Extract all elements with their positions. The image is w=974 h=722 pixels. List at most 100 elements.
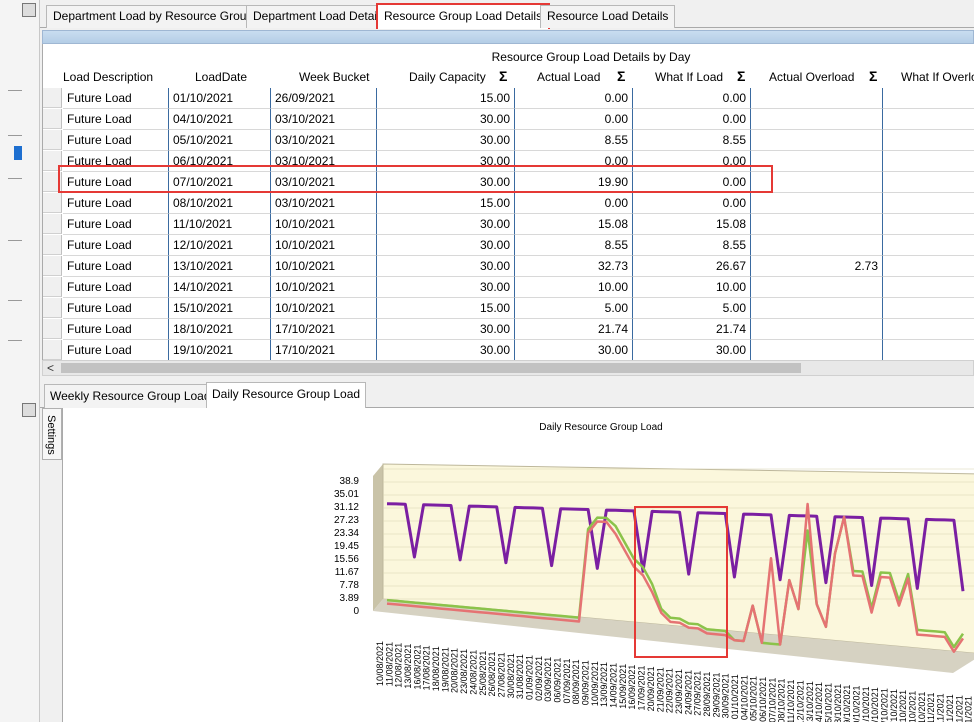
table-cell[interactable]: 03/10/2021 [271, 130, 377, 151]
table-cell[interactable]: 19/10/2021 [169, 340, 271, 360]
table-cell[interactable]: 14/10/2021 [169, 277, 271, 298]
table-cell[interactable]: 8.55 [633, 235, 751, 256]
table-cell[interactable]: 0.00 [515, 88, 633, 109]
row-selector[interactable] [43, 340, 62, 360]
table-cell[interactable]: Future Load [63, 193, 169, 214]
scroll-left-arrow-icon[interactable]: < [47, 361, 54, 375]
table-cell[interactable]: 32.73 [515, 256, 633, 277]
table-cell[interactable]: 12/10/2021 [169, 235, 271, 256]
table-cell[interactable]: 30.00 [633, 340, 751, 360]
table-cell-overflow[interactable] [883, 172, 974, 193]
table-cell[interactable]: 30.00 [377, 277, 515, 298]
tab-daily-resource-group-load[interactable]: Daily Resource Group Load [206, 382, 367, 409]
table-cell[interactable]: 10/10/2021 [271, 256, 377, 277]
table-cell[interactable] [751, 193, 883, 214]
table-cell[interactable]: 0.00 [515, 109, 633, 130]
table-cell[interactable]: Future Load [63, 235, 169, 256]
table-cell[interactable]: 18/10/2021 [169, 319, 271, 340]
table-cell[interactable]: 30.00 [377, 256, 515, 277]
table-cell[interactable] [751, 340, 883, 360]
table-cell[interactable]: 03/10/2021 [271, 109, 377, 130]
table-cell[interactable]: Future Load [63, 214, 169, 235]
table-cell[interactable]: 30.00 [377, 130, 515, 151]
table-cell-overflow[interactable] [883, 277, 974, 298]
row-selector[interactable] [43, 88, 62, 108]
table-cell[interactable]: 17/10/2021 [271, 319, 377, 340]
sum-icon[interactable]: Σ [869, 68, 877, 84]
table-cell[interactable]: Future Load [63, 298, 169, 319]
scroll-thumb[interactable] [61, 363, 801, 373]
table-cell[interactable]: Future Load [63, 88, 169, 109]
settings-panel-toggle[interactable]: Settings [42, 408, 62, 460]
table-cell-overflow[interactable] [883, 130, 974, 151]
table-cell[interactable]: 2.73 [751, 256, 883, 277]
column-header-actual-load[interactable]: Actual Load [537, 70, 600, 88]
row-selector[interactable] [43, 235, 62, 255]
row-selector[interactable] [43, 298, 62, 318]
table-cell[interactable]: 15/10/2021 [169, 298, 271, 319]
table-cell[interactable]: 26.67 [633, 256, 751, 277]
table-cell[interactable]: 03/10/2021 [271, 193, 377, 214]
column-header-load-date[interactable]: LoadDate [195, 70, 247, 88]
table-cell[interactable]: 08/10/2021 [169, 193, 271, 214]
table-cell[interactable]: 21.74 [633, 319, 751, 340]
row-selector[interactable] [43, 193, 62, 213]
table-cell-overflow[interactable] [883, 214, 974, 235]
table-cell-overflow[interactable] [883, 193, 974, 214]
table-cell[interactable]: 17/10/2021 [271, 340, 377, 360]
table-cell-overflow[interactable] [883, 88, 974, 109]
table-cell[interactable]: 0.00 [633, 109, 751, 130]
sum-icon[interactable]: Σ [737, 68, 745, 84]
table-cell[interactable]: Future Load [63, 277, 169, 298]
table-cell[interactable]: 05/10/2021 [169, 130, 271, 151]
table-cell[interactable]: 01/10/2021 [169, 88, 271, 109]
table-cell[interactable]: 5.00 [515, 298, 633, 319]
table-cell[interactable] [751, 319, 883, 340]
table-cell-overflow[interactable] [883, 340, 974, 360]
table-cell[interactable]: 30.00 [377, 340, 515, 360]
table-cell-overflow[interactable] [883, 319, 974, 340]
row-selector[interactable] [43, 256, 62, 276]
table-cell[interactable]: 10/10/2021 [271, 235, 377, 256]
table-cell[interactable] [751, 298, 883, 319]
sum-icon[interactable]: Σ [617, 68, 625, 84]
table-cell-overflow[interactable] [883, 256, 974, 277]
tab-resource-group-load-details[interactable]: Resource Group Load Details [376, 3, 551, 29]
tab-weekly-resource-group-load[interactable]: Weekly Resource Group Load [44, 384, 217, 408]
table-cell[interactable]: Future Load [63, 130, 169, 151]
table-cell[interactable]: 30.00 [377, 235, 515, 256]
bottom-view-icon[interactable] [22, 403, 36, 417]
horizontal-scrollbar[interactable]: < [42, 360, 974, 376]
table-cell[interactable]: 5.00 [633, 298, 751, 319]
row-selector[interactable] [43, 277, 62, 297]
table-cell[interactable]: 8.55 [515, 130, 633, 151]
table-cell[interactable]: 0.00 [633, 193, 751, 214]
table-cell[interactable]: 0.00 [633, 88, 751, 109]
table-cell[interactable]: Future Load [63, 319, 169, 340]
column-header-what-if-load[interactable]: What If Load [655, 70, 723, 88]
row-selector[interactable] [43, 109, 62, 129]
table-cell[interactable]: 8.55 [515, 235, 633, 256]
table-cell[interactable]: 11/10/2021 [169, 214, 271, 235]
table-cell[interactable] [751, 235, 883, 256]
table-cell[interactable]: 26/09/2021 [271, 88, 377, 109]
table-cell[interactable] [751, 109, 883, 130]
table-cell[interactable]: 30.00 [377, 319, 515, 340]
tab-department-load-detail[interactable]: Department Load Detail [246, 5, 387, 28]
table-cell[interactable]: 10/10/2021 [271, 277, 377, 298]
table-cell[interactable] [751, 214, 883, 235]
tab-department-load-by-resource-group[interactable]: Department Load by Resource Group [46, 5, 261, 28]
table-cell-overflow[interactable] [883, 109, 974, 130]
tab-resource-load-details[interactable]: Resource Load Details [540, 5, 676, 28]
sum-icon[interactable]: Σ [499, 68, 507, 84]
table-cell[interactable]: 15.08 [515, 214, 633, 235]
table-cell[interactable]: 15.00 [377, 298, 515, 319]
table-cell[interactable]: 30.00 [377, 214, 515, 235]
column-header-actual-overload[interactable]: Actual Overload [769, 70, 854, 88]
table-cell[interactable]: 15.00 [377, 88, 515, 109]
table-cell[interactable]: 10/10/2021 [271, 214, 377, 235]
table-cell[interactable] [751, 88, 883, 109]
table-cell[interactable]: 0.00 [515, 193, 633, 214]
table-cell[interactable]: 30.00 [377, 109, 515, 130]
column-header-daily-capacity[interactable]: Daily Capacity [409, 70, 486, 88]
